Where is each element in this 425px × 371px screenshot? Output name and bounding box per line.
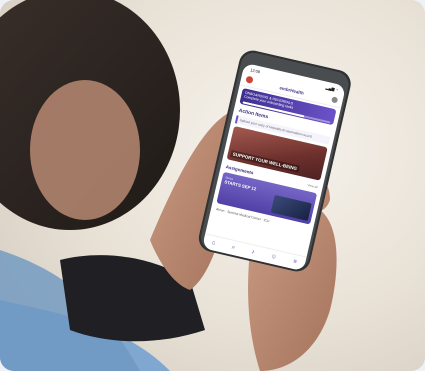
- app-name: embrHealth: [279, 84, 305, 96]
- phone-in-hands-photo: [0, 0, 425, 371]
- search-icon[interactable]: ⌕: [231, 244, 236, 252]
- logo-icon: [245, 75, 254, 84]
- photo-frame: 12:09 ▂▄▆ ◔ embrHealth ONBOARDING & REFE…: [0, 0, 425, 371]
- view-all-link[interactable]: View all: [307, 183, 318, 190]
- avatar[interactable]: [331, 96, 339, 104]
- status-icons: ▂▄▆ ◔: [325, 84, 339, 92]
- bell-icon[interactable]: ♪: [251, 249, 255, 256]
- people-icon[interactable]: ☺: [270, 254, 277, 261]
- status-time: 12:09: [249, 66, 261, 74]
- home-icon[interactable]: ⌂: [211, 240, 216, 247]
- menu-icon[interactable]: ≡: [293, 259, 298, 266]
